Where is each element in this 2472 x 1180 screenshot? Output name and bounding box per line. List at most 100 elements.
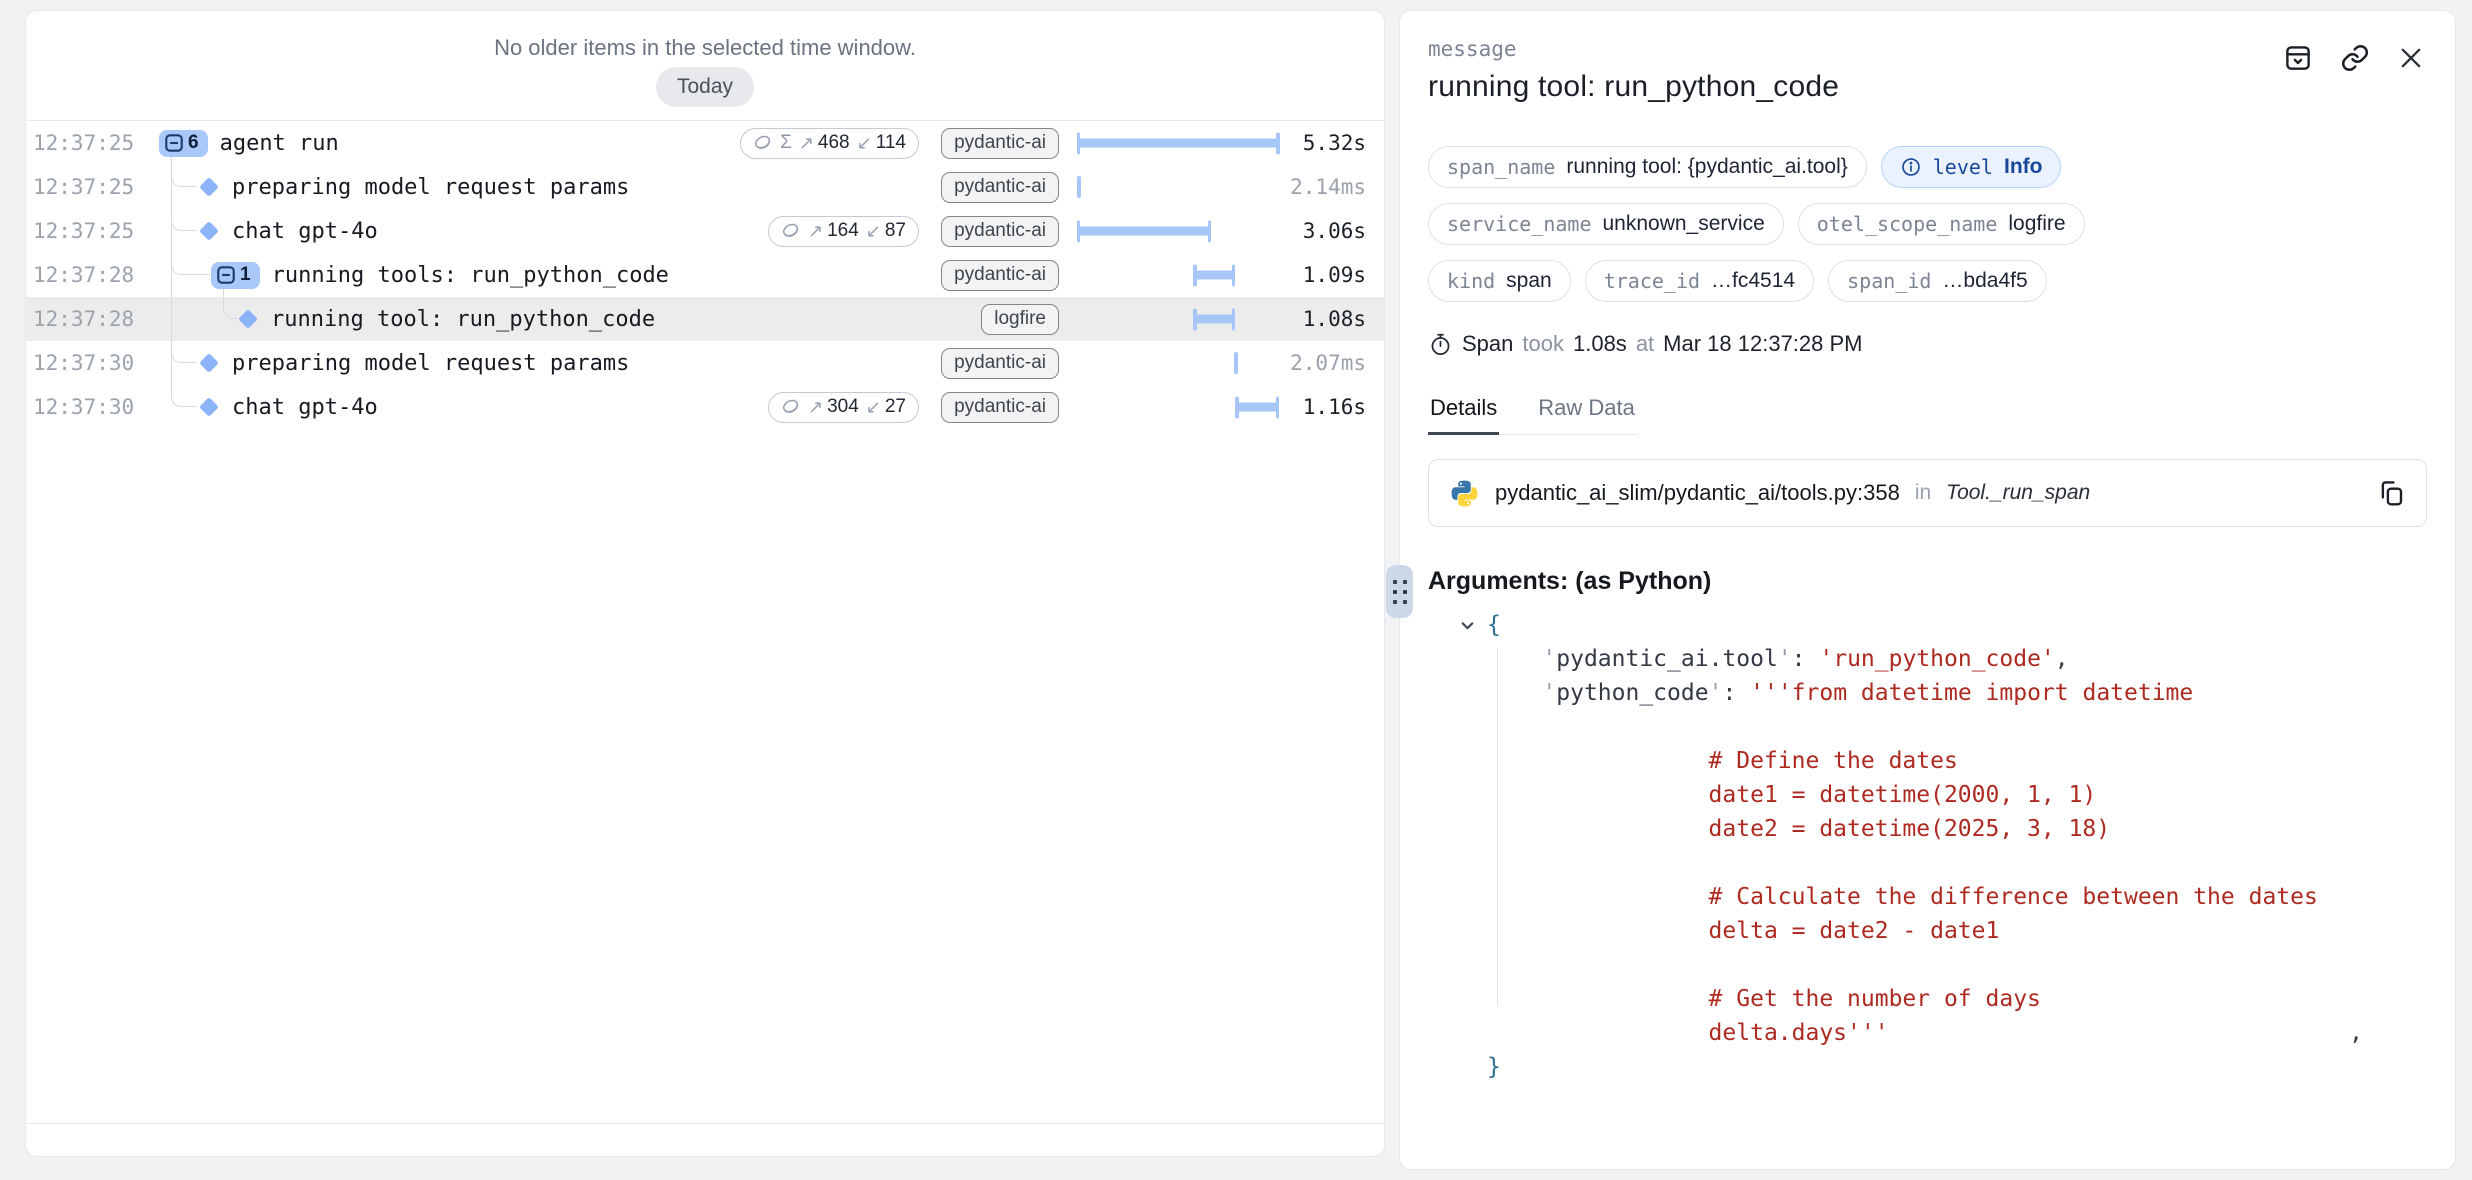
- copy-link-button[interactable]: [2340, 43, 2370, 73]
- stopwatch-icon: [1428, 332, 1453, 357]
- code-segment: [1487, 642, 1542, 676]
- panel-resize-handle[interactable]: [1386, 565, 1413, 618]
- timing-word-at: at: [1636, 331, 1654, 357]
- trace-list-panel: No older items in the selected time wind…: [25, 10, 1385, 1157]
- attribute-pill-kind[interactable]: kindspan: [1428, 260, 1571, 302]
- trace-row-timestamp: 12:37:28: [26, 307, 156, 331]
- tag-column: pydantic-ai: [937, 348, 1059, 379]
- trace-row[interactable]: 12:37:256agent runΣ↗468↙114pydantic-ai5.…: [26, 121, 1384, 165]
- info-icon: [1900, 156, 1922, 178]
- attribute-value: …bda4f5: [1942, 269, 2027, 293]
- scope-tag[interactable]: pydantic-ai: [941, 392, 1059, 423]
- code-segment: # Define the dates: [1487, 744, 1958, 778]
- scope-tag[interactable]: pydantic-ai: [941, 260, 1059, 291]
- span-duration: 2.07ms: [1279, 351, 1366, 375]
- attribute-pill-trace_id[interactable]: trace_id…fc4514: [1585, 260, 1814, 302]
- code-segment: # Calculate the difference between the d…: [1487, 880, 2318, 914]
- link-icon: [2340, 43, 2370, 73]
- scope-tag[interactable]: pydantic-ai: [941, 216, 1059, 247]
- token-usage-badge: ↗304↙27: [768, 392, 919, 423]
- code-segment: ': [1709, 676, 1723, 710]
- record-type-label: message: [1428, 37, 2427, 61]
- attribute-pill-span_name[interactable]: span_name running tool: {pydantic_ai.tool…: [1428, 146, 1867, 188]
- tag-column: pydantic-ai: [937, 128, 1059, 159]
- tokens-received-arrow-icon: ↙: [866, 397, 881, 418]
- attribute-value: span: [1506, 269, 1552, 293]
- trace-row[interactable]: 12:37:25chat gpt-4o↗164↙87pydantic-ai3.0…: [26, 209, 1384, 253]
- timeline-bar-area: [1077, 165, 1279, 209]
- tree-node-icon-wrap: [156, 176, 220, 198]
- close-detail-button[interactable]: [2397, 44, 2425, 72]
- tab-details[interactable]: Details: [1428, 395, 1499, 434]
- scope-tag[interactable]: pydantic-ai: [941, 348, 1059, 379]
- code-segment: python_code: [1556, 676, 1708, 710]
- child-count: 6: [188, 132, 199, 154]
- timeline-bar: [1194, 271, 1235, 280]
- attribute-key: span_name: [1447, 155, 1555, 179]
- collapse-json-button[interactable]: [1459, 608, 1483, 642]
- code-line: 'pydantic_ai.tool': 'run_python_code',: [1459, 642, 2427, 676]
- trace-row-timestamp: 12:37:25: [26, 219, 156, 243]
- level-pill[interactable]: levelInfo: [1881, 146, 2062, 188]
- code-segment: ': [1778, 642, 1792, 676]
- code-segment: {: [1487, 608, 1501, 642]
- copy-source-button[interactable]: [2376, 478, 2406, 508]
- code-line: delta = date2 - date1: [1459, 914, 2427, 948]
- row-right-cluster: pydantic-ai2.14ms: [937, 165, 1384, 209]
- span-diamond-icon: [198, 352, 220, 374]
- copy-icon: [2376, 478, 2406, 508]
- tokens-received-arrow-icon: ↙: [857, 133, 872, 154]
- trace-list-footer: [26, 1123, 1384, 1156]
- attribute-value: running tool: {pydantic_ai.tool}: [1566, 155, 1847, 179]
- collapse-node-button[interactable]: 1: [211, 262, 260, 289]
- tag-column: pydantic-ai: [937, 260, 1059, 291]
- attribute-key: level: [1933, 155, 1993, 179]
- row-right-cluster: Σ↗468↙114pydantic-ai5.32s: [740, 121, 1384, 165]
- scope-tag[interactable]: pydantic-ai: [941, 128, 1059, 159]
- open-in-drawer-button[interactable]: [2283, 43, 2313, 73]
- row-right-cluster: pydantic-ai1.09s: [937, 253, 1384, 297]
- trace-row-timestamp: 12:37:28: [26, 263, 156, 287]
- attribute-pill-otel_scope_name[interactable]: otel_scope_namelogfire: [1798, 203, 2085, 245]
- collapse-node-button[interactable]: 6: [159, 130, 208, 157]
- attribute-pill-service_name[interactable]: service_nameunknown_service: [1428, 203, 1784, 245]
- trace-row-timestamp: 12:37:30: [26, 351, 156, 375]
- span-duration-value: 1.08s: [1573, 331, 1627, 357]
- trace-row[interactable]: 12:37:25preparing model request paramspy…: [26, 165, 1384, 209]
- attribute-value: logfire: [2008, 212, 2065, 236]
- tokens-sent: 164: [827, 220, 859, 242]
- tokens-sent-arrow-icon: ↗: [808, 397, 823, 418]
- trace-row-timestamp: 12:37:30: [26, 395, 156, 419]
- span-name: preparing model request params: [232, 175, 629, 200]
- trace-row[interactable]: 12:37:30 preparing model request params py…: [26, 341, 1384, 385]
- code-line: delta.days''',: [1459, 1016, 2427, 1050]
- span-timing-line: Span took 1.08s at Mar 18 12:37:28 PM: [1428, 331, 2427, 357]
- span-name: preparing model request params: [232, 351, 629, 376]
- span-duration: 5.32s: [1279, 131, 1366, 155]
- source-file-path[interactable]: pydantic_ai_slim/pydantic_ai/tools.py:35…: [1495, 480, 1900, 506]
- tab-raw-data[interactable]: Raw Data: [1536, 395, 1637, 434]
- trace-list-header: No older items in the selected time wind…: [26, 11, 1384, 121]
- code-line: }: [1459, 1050, 2427, 1084]
- python-logo-icon: [1449, 478, 1480, 509]
- span-diamond-icon: [198, 220, 220, 242]
- tree-node-icon-wrap: [156, 396, 220, 418]
- scope-tag[interactable]: logfire: [981, 304, 1059, 335]
- row-right-cluster: pydantic-ai 2.07ms: [937, 341, 1384, 385]
- today-chip[interactable]: Today: [656, 67, 754, 107]
- code-line: date1 = datetime(2000, 1, 1): [1459, 778, 2427, 812]
- scope-tag[interactable]: pydantic-ai: [941, 172, 1059, 203]
- trace-row[interactable]: 12:37:281running tools: run_python_codep…: [26, 253, 1384, 297]
- tag-column: logfire: [937, 304, 1059, 335]
- timeline-bar: [1194, 315, 1235, 324]
- attribute-pill-span_id[interactable]: span_id …bda4f5: [1828, 260, 2047, 302]
- trace-row[interactable]: 12:37:30chat gpt-4o↗304↙27pydantic-ai1.1…: [26, 385, 1384, 429]
- row-right-cluster: logfire1.08s: [937, 297, 1384, 341]
- attribute-key: span_id: [1847, 269, 1931, 293]
- trace-row[interactable]: 12:37:28running tool: run_python_codelog…: [26, 297, 1384, 341]
- tokens-received-arrow-icon: ↙: [866, 221, 881, 242]
- attribute-value: unknown_service: [1603, 212, 1765, 236]
- tokens-received: 87: [885, 220, 906, 242]
- span-detail-title: running tool: run_python_code: [1428, 70, 2427, 104]
- tokens-sent: 304: [827, 396, 859, 418]
